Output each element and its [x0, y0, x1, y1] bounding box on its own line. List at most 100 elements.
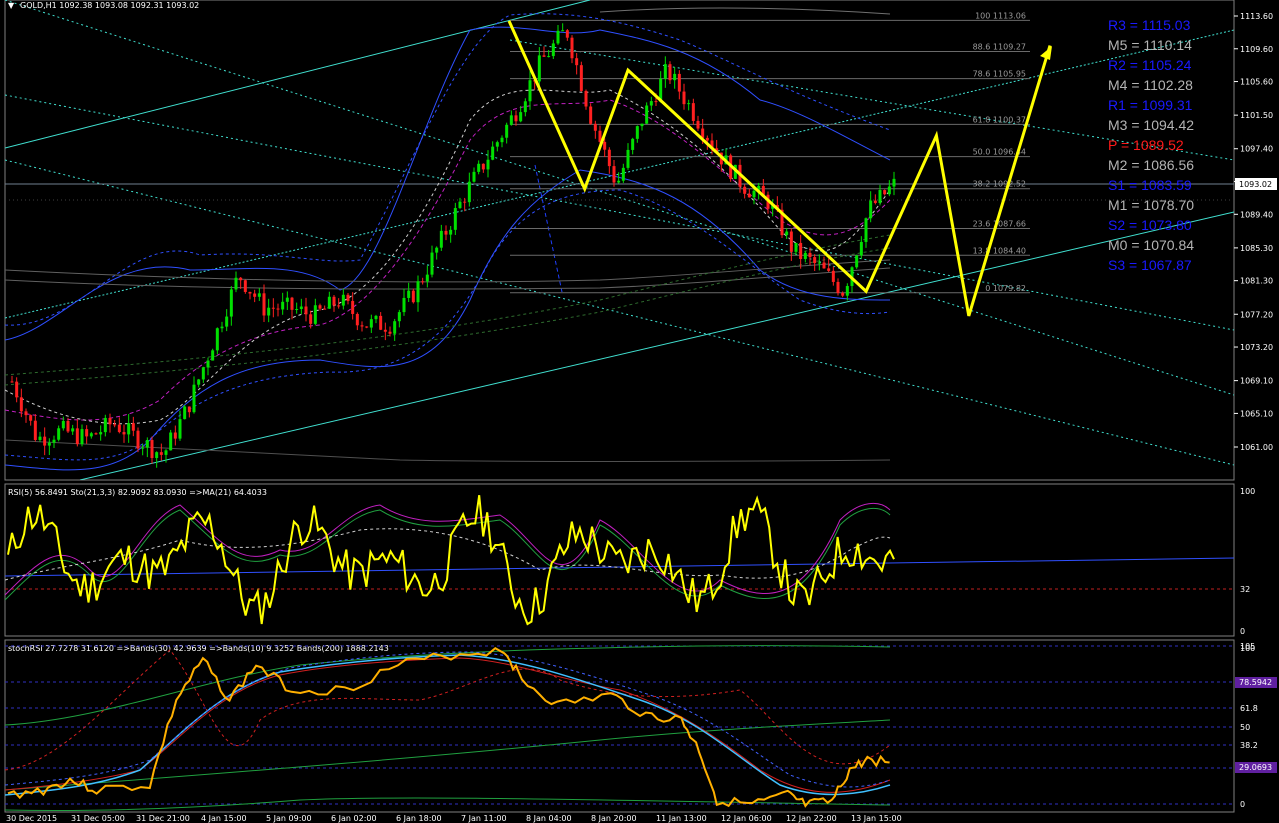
- candle-body: [122, 432, 126, 435]
- candle-body: [561, 30, 565, 32]
- candle-body: [52, 439, 56, 443]
- pivot-label: S2 = 1073.80: [1108, 217, 1192, 233]
- candle-body: [565, 30, 569, 38]
- fib-level-label: 78.6 1105.95: [973, 70, 1026, 79]
- candle-body: [61, 420, 65, 429]
- pivot-label: M4 = 1102.28: [1108, 77, 1193, 93]
- candle-body: [747, 193, 751, 198]
- candle-body: [24, 411, 28, 416]
- time-tick-label: 6 Jan 02:00: [331, 814, 377, 823]
- price-tick-label: 1105.60: [1240, 78, 1273, 87]
- candle-body: [682, 91, 686, 105]
- candle-body: [159, 452, 163, 455]
- candle-body: [491, 146, 495, 160]
- candle-body: [528, 80, 532, 102]
- pivot-label: M2 = 1086.56: [1108, 157, 1194, 173]
- candle-body: [673, 73, 677, 81]
- candle-body: [309, 314, 313, 324]
- candle-body: [337, 305, 341, 307]
- price-tick-label: 1073.20: [1240, 343, 1273, 352]
- candle-body: [215, 328, 219, 351]
- candle-body: [103, 417, 107, 433]
- candle-body: [514, 115, 518, 122]
- time-tick-label: 31 Dec 05:00: [71, 814, 125, 823]
- fib-level-label: 100 1113.06: [975, 11, 1026, 20]
- candle-body: [481, 163, 485, 170]
- time-tick-label: 8 Jan 04:00: [526, 814, 572, 823]
- time-tick-label: 6 Jan 18:00: [396, 814, 442, 823]
- time-tick-label: 11 Jan 13:00: [656, 814, 707, 823]
- stoch-tick-label: 0: [1240, 800, 1245, 809]
- candle-body: [827, 268, 831, 271]
- stoch-tick-label: 50: [1240, 723, 1250, 732]
- candle-body: [570, 37, 574, 59]
- candle-body: [66, 420, 70, 432]
- candle-body: [57, 428, 61, 440]
- candle-body: [691, 103, 695, 121]
- candle-body: [94, 433, 98, 435]
- candle-body: [262, 293, 266, 316]
- candle-body: [33, 420, 37, 440]
- chart-window[interactable]: 100 1113.06 88.6 1109.27 78.6 1105.95 61.8 …: [0, 0, 1279, 823]
- candle-body: [341, 294, 345, 306]
- candle-body: [253, 293, 257, 297]
- candle-body: [393, 321, 397, 334]
- candle-body: [547, 56, 551, 58]
- candle-body: [444, 230, 448, 235]
- candle-body: [579, 65, 583, 91]
- pivot-label: M0 = 1070.84: [1108, 237, 1194, 253]
- candle-body: [173, 432, 177, 439]
- candle-body: [355, 313, 359, 326]
- candle-body: [584, 90, 588, 107]
- candle-body: [509, 115, 513, 125]
- candle-body: [183, 406, 187, 420]
- rsi-panel[interactable]: [4, 483, 1235, 637]
- candle-body: [654, 101, 658, 103]
- time-tick-label: 12 Jan 22:00: [786, 814, 837, 823]
- price-tick-label: 1069.10: [1240, 377, 1273, 386]
- stoch-tick-label: 38.2: [1240, 741, 1258, 750]
- candle-body: [206, 360, 210, 368]
- candle-body: [15, 381, 19, 398]
- candle-body: [668, 64, 672, 81]
- candle-body: [113, 424, 117, 426]
- candle-body: [239, 277, 243, 281]
- candle-body: [425, 274, 429, 282]
- stochrsi-header: stochRSI 27.7278 31.6120 =>Bands(30) 42.…: [8, 644, 389, 653]
- candle-body: [304, 306, 308, 315]
- time-tick-label: 12 Jan 06:00: [721, 814, 772, 823]
- candle-body: [136, 430, 140, 449]
- time-tick-label: 7 Jan 11:00: [461, 814, 507, 823]
- candle-body: [89, 433, 93, 437]
- candle-body: [225, 316, 229, 327]
- candle-body: [145, 440, 149, 448]
- candle-body: [397, 312, 401, 322]
- candle-body: [831, 270, 835, 282]
- price-axis: 1113.60 1109.60 1105.60 1101.50 1097.40 1093.…: [1234, 12, 1273, 452]
- candle-body: [813, 257, 817, 264]
- candle-body: [556, 30, 560, 44]
- candle-body: [192, 384, 196, 413]
- stoch-tick-label: 100: [1240, 644, 1255, 653]
- candle-body: [677, 73, 681, 92]
- candle-body: [836, 281, 840, 294]
- pivot-label: M1 = 1078.70: [1108, 197, 1194, 213]
- candle-body: [453, 208, 457, 230]
- candle-body: [687, 103, 691, 105]
- time-axis: 30 Dec 2015 31 Dec 05:00 31 Dec 21:00 4 Jan…: [6, 814, 902, 823]
- fib-level-label: 13.8 1084.40: [973, 246, 1026, 255]
- pivot-label: R3 = 1115.03: [1108, 17, 1191, 33]
- symbol-header-arrow[interactable]: ▼: [8, 1, 15, 10]
- time-tick-label: 8 Jan 20:00: [591, 814, 637, 823]
- candle-body: [808, 252, 812, 258]
- candle-body: [551, 43, 555, 57]
- candle-body: [43, 436, 47, 446]
- candle-body: [257, 293, 261, 297]
- candle-body: [500, 137, 504, 143]
- candle-body: [150, 440, 154, 459]
- time-tick-label: 30 Dec 2015: [6, 814, 57, 823]
- candle-body: [197, 379, 201, 385]
- candle-body: [290, 297, 294, 310]
- price-tick-label: 1065.10: [1240, 409, 1273, 418]
- candle-body: [285, 297, 289, 302]
